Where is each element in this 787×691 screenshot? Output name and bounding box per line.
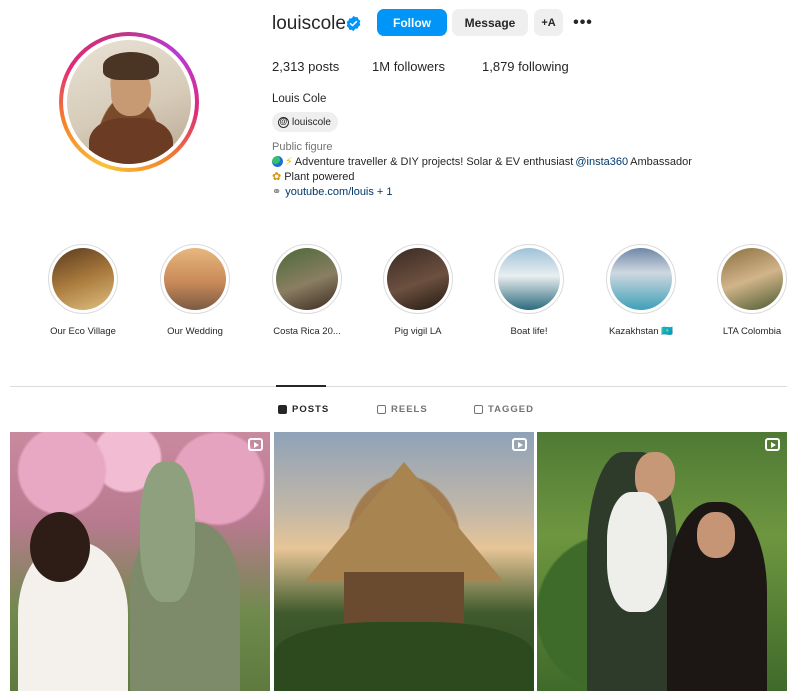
follow-button[interactable]: Follow [377, 9, 447, 36]
highlight-label: Costa Rica 20... [273, 326, 341, 337]
post-hut-roof-shape [304, 462, 504, 582]
post-baby-shape [607, 492, 667, 612]
threads-icon: @ [278, 116, 289, 128]
highlight-label: Boat life! [510, 326, 548, 337]
active-tab-indicator [276, 385, 326, 387]
highlight-item[interactable]: LTA Colombia [707, 244, 787, 337]
tab-tagged[interactable]: TAGGED [474, 404, 534, 415]
highlight-item[interactable]: Boat life! [484, 244, 574, 337]
highlight-item[interactable]: Our Eco Village [38, 244, 128, 337]
stat-posts: 2,313 posts [272, 59, 372, 74]
add-user-icon: +A [541, 16, 556, 29]
reel-icon [512, 438, 527, 451]
avatar-hair-shape [103, 52, 159, 80]
tagged-icon [474, 405, 483, 414]
reels-icon [377, 405, 386, 414]
avatar-photo [67, 40, 191, 164]
highlight-label: Pig vigil LA [394, 326, 442, 337]
bio-line-1: ⚡ Adventure traveller & DIY projects! So… [272, 155, 692, 168]
highlight-item[interactable]: Pig vigil LA [373, 244, 463, 337]
highlight-cover [276, 248, 338, 310]
highlight-cover-frame [48, 244, 118, 314]
post-hair-shape [30, 512, 90, 582]
highlight-cover [387, 248, 449, 310]
tab-tagged-label: TAGGED [488, 404, 534, 415]
message-button[interactable]: Message [452, 9, 528, 36]
stat-followers[interactable]: 1M followers [372, 59, 482, 74]
tabs-divider [10, 386, 787, 387]
suggested-users-button[interactable]: +A [534, 9, 563, 36]
avatar-frame [63, 36, 195, 168]
post-thumbnail[interactable] [274, 432, 534, 691]
reel-icon [248, 438, 263, 451]
stat-following[interactable]: 1,879 following [482, 59, 569, 74]
highlight-label: Our Eco Village [50, 326, 116, 337]
highlight-cover-frame [272, 244, 342, 314]
post-foliage-shape [274, 622, 534, 691]
followers-count: 1M [372, 59, 391, 74]
post-baby-shape [140, 462, 195, 602]
profile-avatar[interactable] [59, 32, 199, 172]
posts-count: 2,313 [272, 59, 305, 74]
link-icon: ⚭ [272, 186, 282, 198]
verified-badge-icon [346, 15, 361, 32]
highlight-label: Kazakhstan 🇰🇿 [608, 326, 674, 337]
profile-full-name: Louis Cole [272, 93, 327, 105]
globe-emoji-icon [272, 156, 283, 167]
post-thumbnail[interactable] [10, 432, 270, 691]
bio-line-2: ✿ Plant powered [272, 170, 355, 184]
tab-posts[interactable]: POSTS [278, 404, 329, 415]
post-face-shape [697, 512, 735, 558]
lightning-emoji-icon: ⚡ [285, 156, 293, 168]
highlight-cover [164, 248, 226, 310]
tab-reels-label: REELS [391, 404, 428, 415]
highlight-cover [610, 248, 672, 310]
highlight-item[interactable]: Kazakhstan 🇰🇿 [596, 244, 686, 337]
following-label: following [518, 59, 569, 74]
website-link-text: youtube.com/louis + 1 [285, 185, 393, 198]
profile-category: Public figure [272, 141, 333, 153]
bio-line-2-text: Plant powered [284, 170, 355, 183]
highlight-cover-frame [717, 244, 787, 314]
highlight-cover-frame [606, 244, 676, 314]
profile-stats: 2,313 posts 1M followers 1,879 following [272, 59, 569, 74]
bio-line-1-text: Adventure traveller & DIY projects! Sola… [294, 155, 574, 168]
highlight-item[interactable]: Costa Rica 20... [262, 244, 352, 337]
posts-label: posts [308, 59, 340, 74]
highlight-label: Our Wedding [167, 326, 223, 337]
plant-emoji-icon: ✿ [272, 171, 282, 183]
avatar-body-shape [89, 118, 173, 164]
profile-username: louiscole [272, 13, 346, 34]
threads-handle: louiscole [292, 116, 331, 128]
followers-label: followers [393, 59, 445, 74]
highlight-cover [52, 248, 114, 310]
highlight-cover-frame [160, 244, 230, 314]
highlight-cover [721, 248, 783, 310]
highlight-item[interactable]: Our Wedding [150, 244, 240, 337]
highlight-cover [498, 248, 560, 310]
reel-icon [765, 438, 780, 451]
highlight-cover-frame [383, 244, 453, 314]
highlight-label: LTA Colombia [722, 326, 782, 337]
highlight-cover-frame [494, 244, 564, 314]
profile-website-link[interactable]: ⚭ youtube.com/louis + 1 [272, 185, 393, 199]
bio-line-1-suffix: Ambassador [630, 155, 692, 168]
tab-reels[interactable]: REELS [377, 404, 428, 415]
post-thumbnail[interactable] [537, 432, 787, 691]
grid-icon [278, 405, 287, 414]
tab-posts-label: POSTS [292, 404, 330, 415]
following-count: 1,879 [482, 59, 515, 74]
bio-mention-link[interactable]: @insta360 [575, 156, 628, 168]
more-options-icon[interactable]: ••• [570, 9, 596, 36]
threads-link[interactable]: @ louiscole [272, 112, 338, 132]
